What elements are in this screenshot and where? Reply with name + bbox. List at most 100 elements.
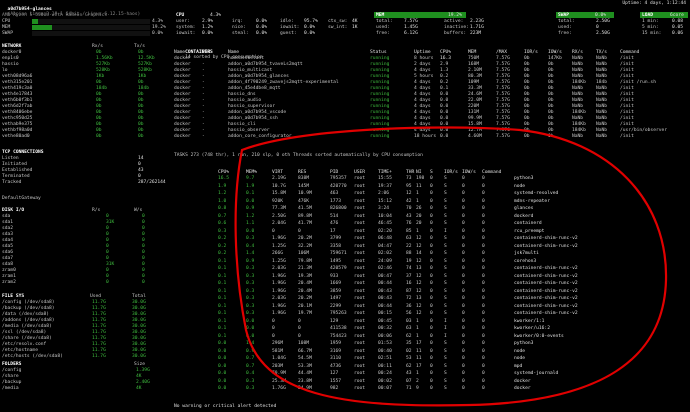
process-row: 0.3 bbox=[246, 296, 255, 301]
disk-row: sda bbox=[2, 214, 11, 219]
container-row: 0b bbox=[524, 128, 530, 133]
disk-row: 0 bbox=[142, 262, 145, 267]
mem-total: 19.2% bbox=[448, 13, 462, 18]
process-row: root bbox=[354, 273, 366, 279]
process-row: 00:15 bbox=[378, 311, 392, 316]
process-row: 77.3M bbox=[272, 206, 286, 211]
process-row: 02:20 bbox=[378, 228, 392, 234]
swap-stat: 2.50G bbox=[596, 31, 610, 36]
process-row: 00:11 bbox=[378, 363, 392, 369]
process-row: 71 bbox=[406, 386, 412, 391]
process-row: 00:40 bbox=[378, 348, 392, 354]
process-row: root bbox=[354, 251, 366, 256]
tcp-row: 0 bbox=[138, 162, 141, 167]
network-row: vethc950d25 bbox=[2, 116, 33, 121]
process-row: 0.3 bbox=[246, 303, 255, 309]
process-row: 0.3 bbox=[246, 281, 255, 286]
container-row: 7.57G bbox=[496, 98, 510, 103]
fs-total-header: Total bbox=[132, 294, 146, 299]
process-row: root bbox=[354, 176, 366, 181]
alert-message: No warning or critical alert detected bbox=[174, 404, 277, 409]
cpu-stat: nice: bbox=[232, 25, 246, 30]
process-row: 00:24 bbox=[378, 371, 392, 376]
container-row: - bbox=[202, 110, 205, 115]
cpu-stat: 1K bbox=[352, 25, 358, 30]
load-stat: 1 min: bbox=[642, 19, 659, 24]
process-row: kworker/1:1 bbox=[514, 318, 545, 324]
process-row: containerd-shim-runc-v2 bbox=[514, 296, 578, 301]
process-row: 0 bbox=[482, 386, 485, 391]
process-row: 0 bbox=[298, 318, 301, 324]
process-row: 20.4M bbox=[298, 288, 312, 294]
process-row: containerd-shim-runc-v2 bbox=[514, 243, 578, 249]
process-row: 0 bbox=[430, 198, 433, 204]
process-row: 0 bbox=[462, 273, 465, 279]
disk-row: 0 bbox=[106, 214, 109, 219]
process-row: 12 bbox=[416, 258, 422, 264]
process-row: 0 bbox=[298, 333, 301, 339]
network-row: hassio bbox=[2, 62, 19, 67]
network-row: 1Kb bbox=[138, 74, 147, 79]
process-row: 15:12 bbox=[378, 198, 392, 204]
filesystem-row: 30.0G bbox=[132, 312, 146, 317]
process-row: 02:02 bbox=[378, 251, 392, 256]
process-row: S bbox=[444, 236, 447, 241]
containers-col-header: MEM bbox=[468, 50, 477, 55]
process-row: root bbox=[354, 288, 366, 294]
container-row: NaNb bbox=[572, 98, 584, 103]
folders-title: FOLDERS bbox=[2, 362, 22, 367]
process-row: S bbox=[444, 303, 447, 309]
mem-stat: 1.71G bbox=[470, 25, 484, 30]
network-row: 528Kb bbox=[138, 68, 152, 73]
process-row: 0 bbox=[482, 251, 485, 256]
process-row: root bbox=[354, 348, 366, 354]
process-row: 476 bbox=[330, 221, 339, 226]
mem-stat: total: bbox=[376, 19, 393, 24]
network-row: veth8406ebe bbox=[2, 110, 33, 115]
process-row: root bbox=[354, 341, 366, 346]
container-row: running bbox=[370, 62, 390, 67]
container-row: 0b bbox=[524, 98, 530, 103]
process-row: S bbox=[444, 258, 447, 264]
process-row: 1.4 bbox=[246, 251, 255, 256]
process-row: 19.3M bbox=[298, 273, 312, 279]
process-row: 198 bbox=[416, 176, 425, 181]
tcp-title: TCP CONNECTIONS bbox=[2, 150, 44, 155]
process-row: 11 bbox=[416, 348, 422, 354]
process-row: 0.0 bbox=[246, 326, 255, 331]
cpu-stat: 0.0% bbox=[304, 25, 316, 30]
swap-stat: used: bbox=[558, 25, 572, 30]
disk-row: sda8 bbox=[2, 262, 14, 267]
process-row: 1.2 bbox=[246, 213, 255, 219]
process-row: 0.1 bbox=[218, 318, 227, 324]
process-row: 13 bbox=[416, 266, 422, 271]
process-row: systemd-resolved bbox=[514, 191, 559, 196]
process-row: 00:07 bbox=[378, 386, 392, 391]
mini-mem-value: 19.2% bbox=[152, 25, 166, 30]
network-row: vethe80ad0 bbox=[2, 134, 30, 139]
disk-row: zram1 bbox=[2, 274, 16, 279]
process-row: 0 bbox=[430, 333, 433, 339]
process-row: root bbox=[354, 236, 366, 241]
container-row: 184Kb bbox=[572, 122, 586, 127]
folder-row: 1.39G bbox=[136, 368, 150, 373]
process-row: 1.76G bbox=[272, 386, 286, 391]
process-row: 20.4M bbox=[298, 281, 312, 286]
container-row: 0.0 bbox=[440, 98, 449, 103]
process-row: 19:37 bbox=[378, 183, 392, 189]
container-row: running bbox=[370, 122, 390, 127]
process-row: 0.0 bbox=[218, 363, 227, 369]
container-row: hassio_dns bbox=[228, 92, 256, 97]
process-row: root bbox=[354, 303, 366, 309]
filesystem-row: 30.0G bbox=[132, 318, 146, 323]
container-row: 99.9M bbox=[468, 116, 482, 121]
container-row: 0b bbox=[548, 62, 554, 67]
disk-row: 0 bbox=[106, 250, 109, 255]
container-row: docker bbox=[174, 56, 191, 61]
process-row: 0 bbox=[430, 176, 433, 181]
process-row: 2 bbox=[416, 378, 419, 384]
process-row: 0.1 bbox=[218, 311, 227, 316]
container-row: docker bbox=[174, 134, 191, 139]
disk-row: 0 bbox=[142, 274, 145, 279]
disk-row: zram2 bbox=[2, 280, 16, 285]
